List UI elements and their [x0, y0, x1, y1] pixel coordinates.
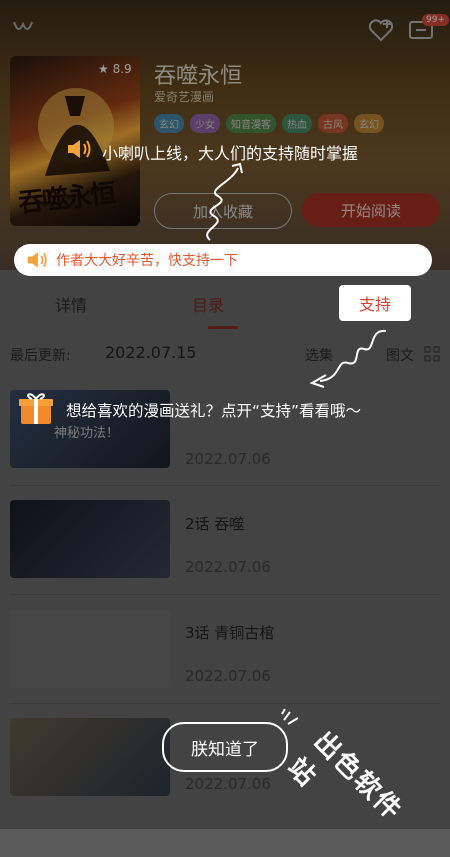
notice-text: 作者大大好辛苦，快支持一下 — [56, 253, 238, 269]
support-notice-bar[interactable]: 作者大大好辛苦，快支持一下 — [14, 244, 432, 276]
sparkle-lines-icon — [280, 708, 302, 732]
gift-box-icon — [18, 390, 54, 430]
got-it-button[interactable]: 朕知道了 — [162, 722, 288, 772]
speaker-icon — [26, 250, 48, 270]
support-button[interactable]: 支持 — [339, 285, 411, 321]
gift-tip-text: 想给喜欢的漫画送礼？点开“支持”看看哦～ — [66, 402, 362, 420]
curly-arrow-down-icon — [298, 325, 393, 394]
curly-arrow-up-icon — [188, 160, 258, 249]
speaker-icon — [66, 138, 92, 164]
gift-tip: 想给喜欢的漫画送礼？点开“支持”看看哦～ — [18, 390, 361, 430]
